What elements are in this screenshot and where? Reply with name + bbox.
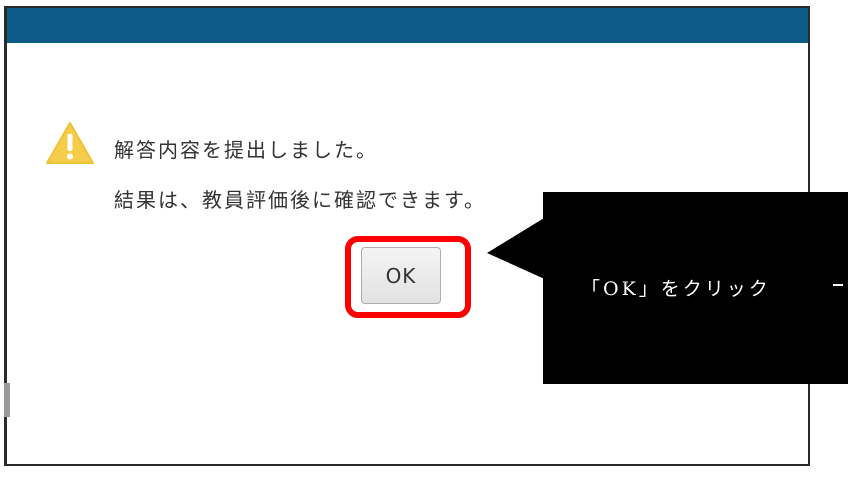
dialog-message-line-2: 結果は、教員評価後に確認できます。 [114,188,486,212]
instruction-callout: 「OK」をクリック [543,192,848,384]
warning-icon [46,122,94,164]
dialog-message-line-1: 解答内容を提出しました。 [114,138,378,162]
callout-pointer [487,215,549,281]
dialog-titlebar[interactable] [7,8,808,43]
callout-text: 「OK」をクリック [581,278,771,300]
callout-caret-mark [833,284,843,286]
scrollbar-thumb[interactable] [4,383,10,417]
ok-button-highlight [345,236,471,318]
